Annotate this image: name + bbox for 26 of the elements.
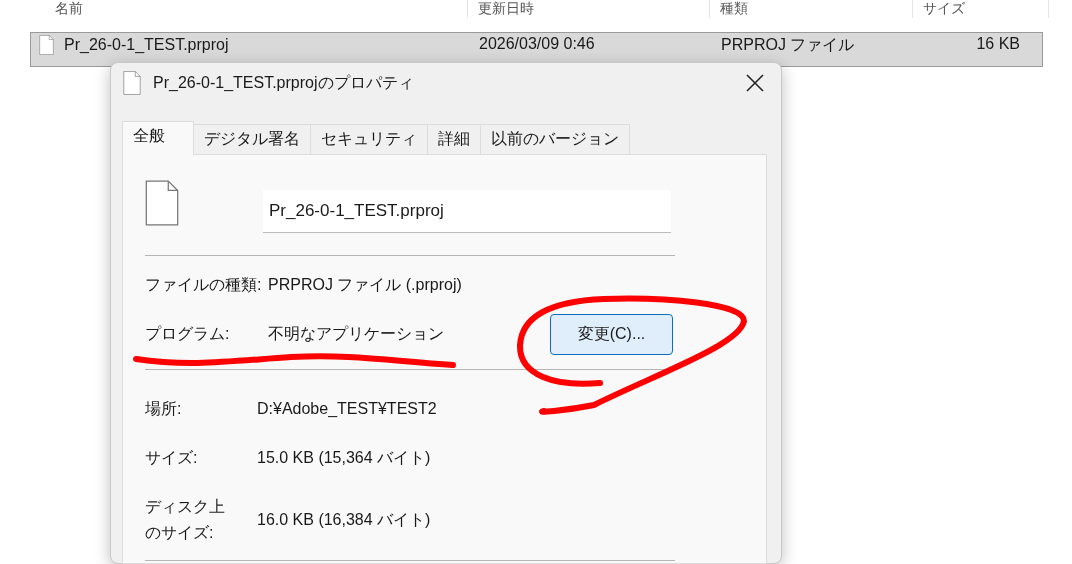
property-value: 不明なアプリケーション <box>268 324 445 344</box>
file-icon <box>39 35 54 55</box>
file-name: Pr_26-0-1_TEST.prproj <box>64 36 229 54</box>
property-value: D:¥Adobe_TEST¥TEST2 <box>257 400 438 418</box>
property-label: プログラム: <box>145 324 231 344</box>
property-value: 15.0 KB (15,364 バイト) <box>257 447 432 468</box>
column-header[interactable]: 更新日時 <box>478 0 534 16</box>
file-icon <box>145 180 179 226</box>
file-icon <box>123 71 141 95</box>
window-title: Pr_26-0-1_TEST.prprojのプロパティ <box>153 72 415 93</box>
property-value: PRPROJ ファイル (.prproj) <box>268 275 463 295</box>
tab[interactable]: 全般 <box>122 121 194 155</box>
modified-date: 2026/03/09 0:46 <box>479 35 595 53</box>
tab[interactable]: 以前のバージョン <box>480 124 630 154</box>
column-header[interactable]: サイズ <box>923 0 965 16</box>
column-header[interactable]: 種類 <box>720 0 748 16</box>
property-value: 16.0 KB (16,384 バイト) <box>257 509 432 530</box>
property-label: サイズ: <box>145 448 199 468</box>
filename-field[interactable]: Pr_26-0-1_TEST.prproj <box>263 190 671 233</box>
property-label: 場所: <box>145 399 183 419</box>
file-type: PRPROJ ファイル <box>721 35 855 55</box>
file-size: 16 KB <box>976 35 1020 53</box>
column-header[interactable]: 名前 <box>55 0 83 16</box>
property-label: ディスク上のサイズ: <box>145 497 226 543</box>
property-label: ファイルの種類: <box>145 275 263 295</box>
change-button[interactable]: 変更(C)... <box>550 314 673 355</box>
